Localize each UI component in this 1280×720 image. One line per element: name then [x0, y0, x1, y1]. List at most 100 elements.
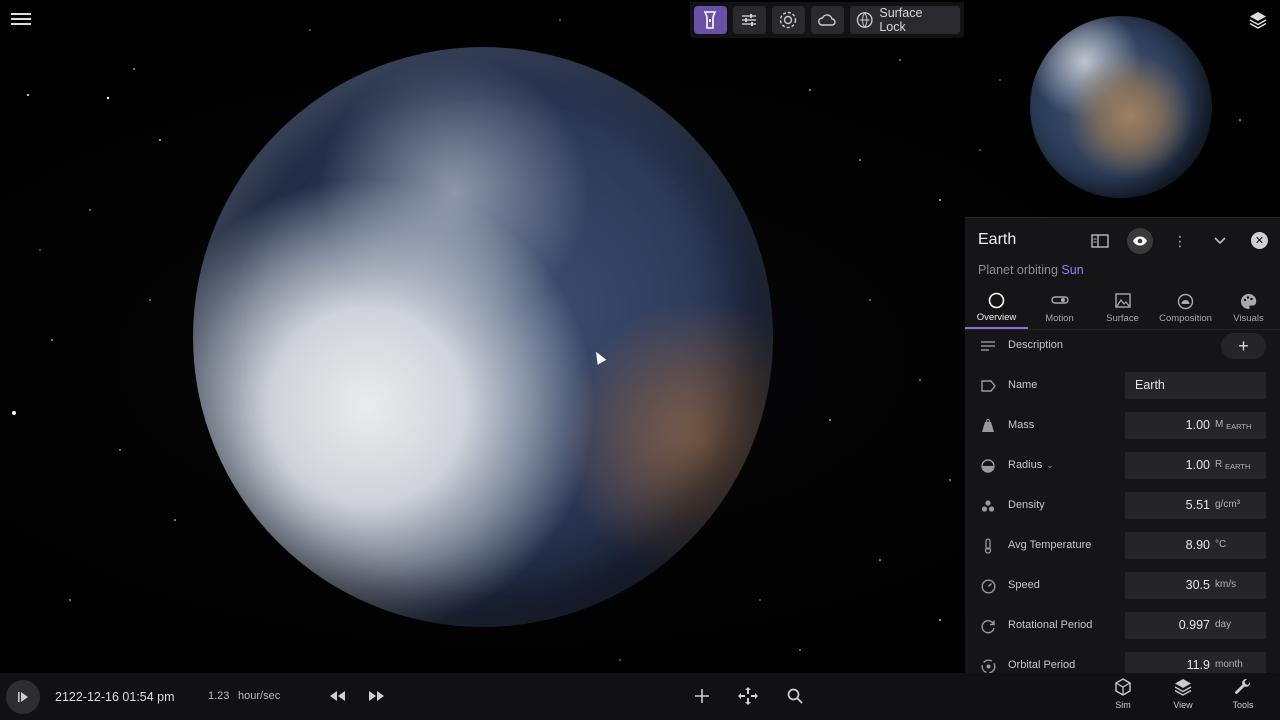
eye-icon[interactable]: [1127, 228, 1153, 254]
earth-planet[interactable]: [193, 47, 773, 627]
surface-icon: [1114, 293, 1131, 310]
panel-title: Earth: [978, 231, 1017, 248]
nav-tools[interactable]: Tools: [1223, 678, 1263, 718]
tab-surface[interactable]: Surface: [1091, 288, 1154, 329]
atmosphere-button[interactable]: [810, 6, 844, 34]
add-object-icon[interactable]: [690, 684, 714, 708]
panel-tabs: Overview Motion Surface Composition Visu…: [965, 288, 1280, 329]
speedometer-icon: [980, 578, 996, 594]
fast-forward-icon[interactable]: [365, 684, 389, 708]
tab-label: Visuals: [1233, 313, 1264, 324]
orbital-period-row: Orbital Period 11.9 month: [965, 646, 1280, 674]
play-icon: [18, 692, 28, 702]
rewind-icon[interactable]: [325, 684, 349, 708]
radius-value: 1.00: [1185, 458, 1210, 472]
row-label: Density: [1008, 499, 1045, 511]
radius-label-text: Radius: [1008, 459, 1043, 471]
avg-temperature-field[interactable]: 8.90 °C: [1125, 532, 1266, 559]
unit-subscript: EARTH: [1226, 422, 1252, 431]
radius-unit: R EARTH: [1215, 459, 1251, 471]
radius-field[interactable]: 1.00 R EARTH: [1125, 452, 1266, 479]
composition-icon: [1177, 293, 1194, 310]
motion-icon: [1050, 293, 1069, 310]
half-circle-icon: [980, 458, 996, 474]
avg-temperature-value: 8.90: [1185, 538, 1210, 552]
tab-motion[interactable]: Motion: [1028, 288, 1091, 329]
close-icon[interactable]: ✕: [1251, 232, 1268, 249]
speed-field[interactable]: 30.5 km/s: [1125, 572, 1266, 599]
chevron-down-icon[interactable]: ⌄: [1046, 460, 1054, 470]
overview-properties-list: Description + Name Earth Mass 1.00 M EAR…: [965, 329, 1280, 674]
orbit-icon: [780, 11, 797, 29]
orbital-period-value: 11.9: [1186, 658, 1210, 672]
row-label: Mass: [1008, 419, 1035, 431]
parent-body-link[interactable]: Sun: [1061, 263, 1083, 277]
move-object-icon[interactable]: [736, 684, 760, 708]
hamburger-menu-icon[interactable]: [10, 10, 32, 30]
density-field[interactable]: 5.51 g/cm³: [1125, 492, 1266, 519]
chevron-down-icon[interactable]: [1207, 228, 1233, 254]
row-label: Speed: [1008, 579, 1040, 591]
object-subtitle: Planet orbiting Sun: [978, 263, 1084, 277]
flashlight-toggle-button[interactable]: [694, 6, 727, 34]
tag-icon: [980, 378, 996, 394]
mass-field[interactable]: 1.00 M EARTH: [1125, 412, 1266, 439]
earth-minimap-globe[interactable]: [1030, 16, 1212, 198]
top-toolbar: Surface Lock: [690, 2, 964, 38]
row-label: Rotational Period: [1008, 619, 1093, 631]
simulation-date[interactable]: 2122-12-16 01:54 pm: [55, 690, 175, 704]
rotational-period-unit: day: [1215, 619, 1232, 630]
sliders-button[interactable]: [732, 6, 766, 34]
cube-icon: [1115, 678, 1131, 698]
tab-label: Overview: [976, 312, 1017, 323]
layers-icon[interactable]: [1248, 10, 1268, 30]
orbital-period-unit: month: [1215, 659, 1243, 670]
search-icon[interactable]: [783, 684, 807, 708]
time-rate-value[interactable]: 1.23: [208, 690, 229, 702]
tab-label: Motion: [1045, 313, 1074, 324]
tab-label: Composition: [1159, 313, 1212, 324]
description-icon: [980, 338, 996, 354]
unit-symbol: M: [1215, 419, 1224, 430]
density-unit: g/cm³: [1215, 499, 1240, 510]
play-button[interactable]: [6, 680, 40, 714]
surface-lock-button[interactable]: Surface Lock: [849, 6, 960, 34]
radius-row: Radius ⌄ 1.00 R EARTH: [965, 446, 1280, 486]
sliders-icon: [742, 14, 757, 26]
row-label: Description: [1008, 339, 1064, 351]
subtitle-prefix: Planet orbiting: [978, 263, 1058, 277]
speed-row: Speed 30.5 km/s: [965, 566, 1280, 606]
name-row: Name Earth: [965, 366, 1280, 406]
speed-unit: km/s: [1215, 579, 1237, 590]
flashlight-icon: [704, 11, 717, 29]
rotate-icon: [980, 618, 996, 634]
rotational-period-value: 0.997: [1178, 618, 1210, 632]
surface-lock-label: Surface Lock: [879, 6, 923, 34]
name-value: Earth: [1135, 378, 1165, 392]
unit-symbol: R: [1215, 459, 1223, 470]
plus-icon: +: [1238, 335, 1249, 356]
nav-view[interactable]: View: [1163, 678, 1203, 718]
sidebar-layout-icon: [1091, 234, 1109, 248]
tab-composition[interactable]: Composition: [1154, 288, 1217, 329]
unit-subscript: EARTH: [1225, 462, 1251, 471]
circle-icon: [988, 292, 1005, 309]
more-options-icon[interactable]: ⋮: [1167, 228, 1193, 254]
density-icon: [980, 498, 996, 514]
panel-layout-button[interactable]: [1087, 228, 1113, 254]
orbit-display-button[interactable]: [771, 6, 805, 34]
density-row: Density 5.51 g/cm³: [965, 486, 1280, 526]
orbital-period-field[interactable]: 11.9 month: [1125, 652, 1266, 674]
tab-visuals[interactable]: Visuals: [1217, 288, 1280, 329]
weight-icon: [980, 418, 996, 434]
mass-value: 1.00: [1185, 418, 1210, 432]
tab-overview[interactable]: Overview: [965, 288, 1028, 329]
nav-label: Sim: [1115, 700, 1131, 710]
nav-sim[interactable]: Sim: [1103, 678, 1143, 718]
avg-temperature-unit: °C: [1215, 539, 1227, 550]
rotational-period-field[interactable]: 0.997 day: [1125, 612, 1266, 639]
mass-row: Mass 1.00 M EARTH: [965, 406, 1280, 446]
add-description-button[interactable]: +: [1221, 333, 1266, 359]
name-field[interactable]: Earth: [1125, 372, 1266, 399]
rotational-period-row: Rotational Period 0.997 day: [965, 606, 1280, 646]
